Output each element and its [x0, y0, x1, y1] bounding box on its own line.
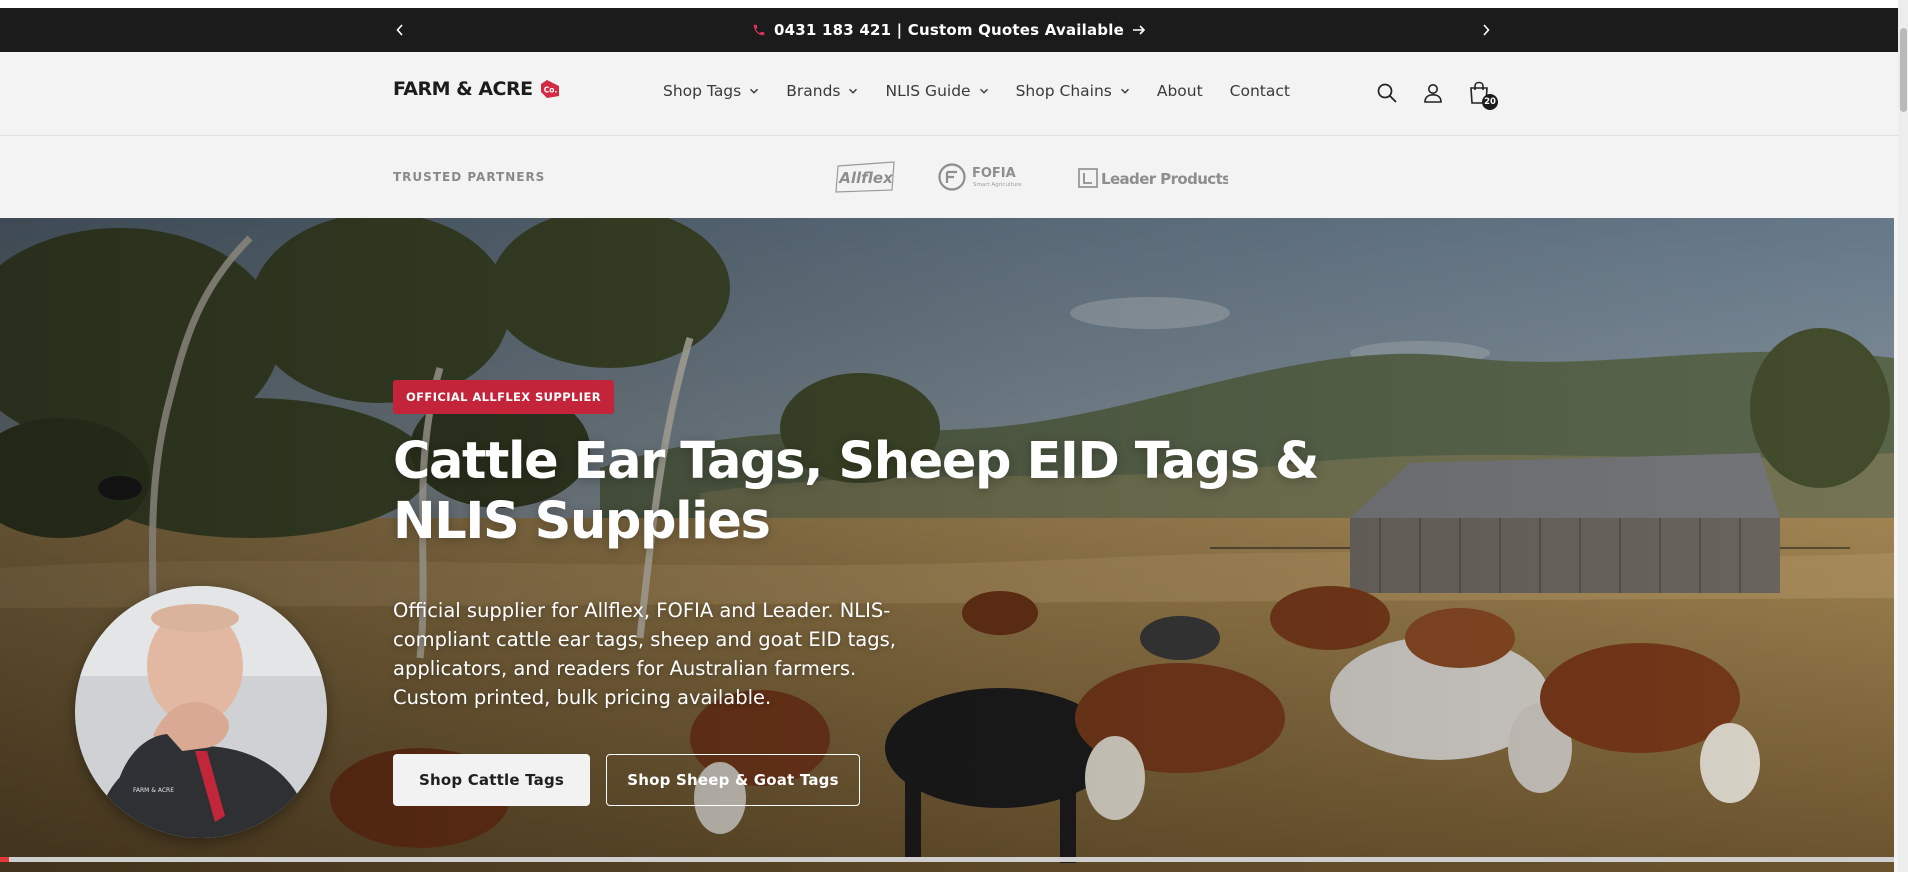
nav-shop-tags-label: Shop Tags [663, 82, 742, 100]
site-logo[interactable]: FARM & ACRE Co. [393, 78, 561, 100]
logo-text: FARM & ACRE [393, 78, 533, 100]
nav-about[interactable]: About [1157, 82, 1203, 100]
hero-content: OFFICIAL ALLFLEX SUPPLIER Cattle Ear Tag… [393, 380, 1393, 806]
fofia-logo-tagline: Smart Agriculture [973, 182, 1022, 188]
slideshow-progress-bar [0, 857, 1894, 862]
nav-shop-tags[interactable]: Shop Tags [663, 82, 759, 100]
chevron-down-icon [1120, 86, 1130, 96]
announcement-text: 0431 183 421 | Custom Quotes Available [774, 21, 1124, 39]
header-actions: 20 [1374, 80, 1498, 110]
trusted-partners-bar: TRUSTED PARTNERS Allflex FOFIA Smart Agr… [0, 136, 1898, 218]
nav-nlis-guide-label: NLIS Guide [885, 82, 971, 100]
hero-subtitle: Official supplier for Allflex, FOFIA and… [393, 599, 896, 709]
nav-nlis-guide[interactable]: NLIS Guide [885, 82, 988, 100]
presenter-shirt-text: FARM & ACRE [133, 787, 174, 794]
hero-banner: OFFICIAL ALLFLEX SUPPLIER Cattle Ear Tag… [0, 218, 1894, 872]
window-top-strip [0, 0, 1898, 8]
search-icon [1377, 83, 1397, 103]
partner-logo-leader[interactable]: Leader Products. [1078, 166, 1228, 190]
hero-buttons: Shop Cattle Tags Shop Sheep & Goat Tags [393, 754, 1393, 806]
phone-icon [752, 23, 766, 37]
shop-cattle-tags-button[interactable]: Shop Cattle Tags [393, 754, 590, 806]
announcement-bar: 0431 183 421 | Custom Quotes Available [0, 8, 1898, 52]
allflex-logo-text: Allflex [838, 169, 894, 187]
arrow-right-icon [1132, 25, 1146, 35]
logo-badge: Co. [539, 78, 561, 100]
shop-sheep-goat-tags-button[interactable]: Shop Sheep & Goat Tags [606, 754, 860, 806]
chevron-left-icon [396, 24, 403, 36]
account-button[interactable] [1420, 80, 1446, 106]
nav-shop-chains-label: Shop Chains [1015, 82, 1112, 100]
nav-contact-label: Contact [1229, 82, 1290, 100]
slideshow-progress-fill [0, 857, 10, 862]
chevron-down-icon [979, 86, 989, 96]
account-icon [1424, 84, 1442, 103]
cart-count-badge: 20 [1482, 94, 1498, 110]
hero-badge: OFFICIAL ALLFLEX SUPPLIER [393, 380, 614, 414]
partner-logo-fofia[interactable]: FOFIA Smart Agriculture [937, 162, 1033, 192]
hero-title: Cattle Ear Tags, Sheep EID Tags & NLIS S… [393, 432, 1320, 551]
nav-shop-chains[interactable]: Shop Chains [1016, 82, 1130, 100]
page: 0431 183 421 | Custom Quotes Available F… [0, 0, 1908, 872]
site-header: FARM & ACRE Co. Shop Tags Brands NLIS Gu… [0, 52, 1898, 136]
nav-brands-label: Brands [786, 82, 841, 100]
announcement-next-button[interactable] [1474, 18, 1498, 42]
nav-contact[interactable]: Contact [1230, 82, 1290, 100]
video-bubble[interactable]: FARM & ACRE [75, 586, 327, 838]
nav-about-label: About [1156, 82, 1203, 100]
chevron-right-icon [1483, 24, 1490, 36]
partners-label: TRUSTED PARTNERS [393, 170, 546, 184]
logo-badge-text: Co. [543, 86, 557, 95]
main-nav: Shop Tags Brands NLIS Guide Shop Chains … [663, 82, 1317, 100]
partner-logo-allflex[interactable]: Allflex [834, 160, 898, 194]
cart-button[interactable]: 20 [1466, 80, 1498, 110]
announcement-message[interactable]: 0431 183 421 | Custom Quotes Available [752, 21, 1146, 39]
announcement-prev-button[interactable] [388, 18, 412, 42]
search-button[interactable] [1374, 80, 1400, 106]
chevron-down-icon [848, 86, 858, 96]
chevron-down-icon [749, 86, 759, 96]
presenter-video-image: FARM & ACRE [75, 586, 327, 838]
leader-logo-text: Leader Products. [1101, 170, 1228, 188]
nav-brands[interactable]: Brands [786, 82, 858, 100]
scrollbar-thumb[interactable] [1900, 28, 1907, 112]
fofia-logo-text: FOFIA [972, 166, 1016, 181]
page-scrollbar[interactable] [1898, 0, 1908, 872]
